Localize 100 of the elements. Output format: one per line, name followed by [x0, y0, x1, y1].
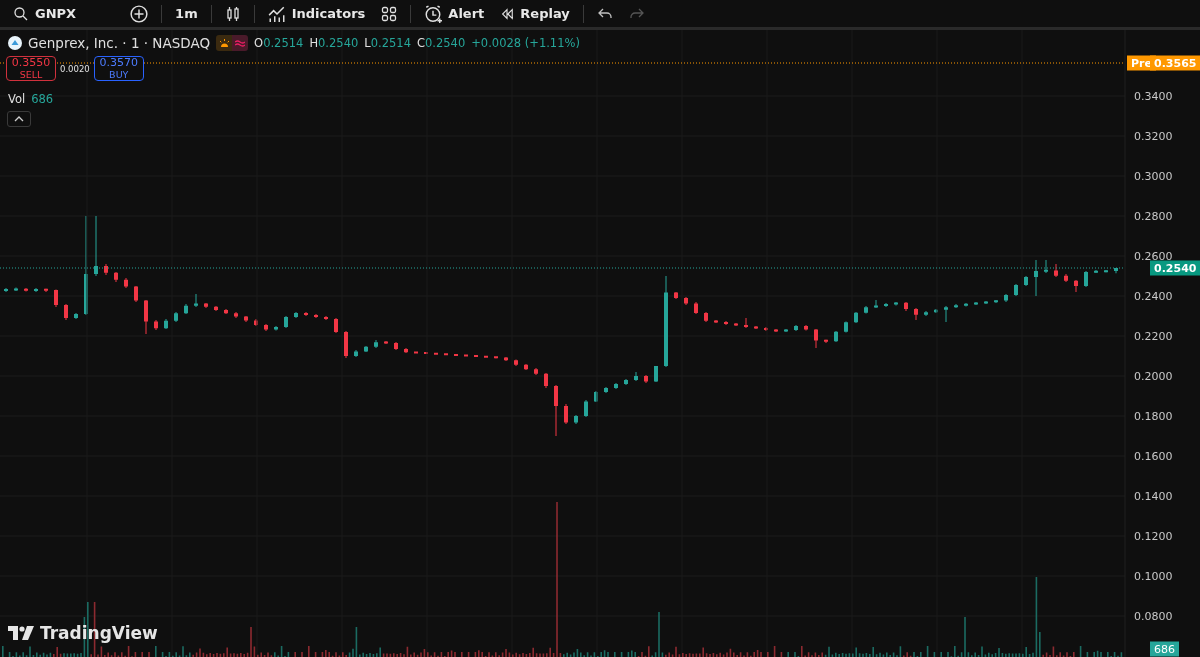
candle: [874, 300, 878, 308]
indicators-button[interactable]: Indicators: [260, 1, 373, 26]
candle: [544, 373, 548, 388]
candle: [224, 309, 228, 314]
candle: [974, 302, 978, 305]
candle: [944, 306, 948, 322]
candle: [64, 304, 68, 320]
candle: [314, 314, 318, 318]
candle: [634, 372, 638, 381]
candle: [444, 353, 448, 356]
candle: [484, 355, 488, 358]
candle: [524, 364, 528, 370]
candle: [384, 341, 388, 344]
candle: [404, 348, 408, 353]
candle: [574, 415, 578, 424]
candle: [894, 302, 898, 306]
candle: [834, 331, 838, 342]
pre-market-price: 0.3565: [1150, 55, 1200, 71]
price-tick: 0.2600: [1134, 250, 1173, 263]
interval-button[interactable]: 1m: [168, 1, 205, 26]
candle: [614, 383, 618, 389]
rewind-icon: [500, 6, 515, 21]
candle: [394, 342, 398, 350]
price-tick: 0.1600: [1134, 450, 1173, 463]
volume-value: 686: [31, 92, 54, 106]
candle: [144, 300, 148, 334]
candle: [324, 316, 328, 320]
candle: [174, 312, 178, 322]
candle: [24, 288, 28, 292]
candle: [284, 316, 288, 328]
candle: [754, 326, 758, 329]
candle: [344, 331, 348, 358]
candle: [274, 326, 278, 331]
price-tick: 0.1400: [1134, 490, 1173, 503]
symbol-search[interactable]: GNPX: [6, 1, 84, 26]
candle: [534, 368, 538, 375]
candle: [414, 351, 418, 354]
candle: [374, 340, 378, 348]
candle: [554, 385, 558, 436]
candle: [724, 321, 728, 325]
price-tick: 0.1800: [1134, 410, 1173, 423]
candle: [234, 312, 238, 318]
candle: [704, 312, 708, 322]
candle: [134, 286, 138, 302]
candle: [34, 288, 38, 292]
candle: [644, 375, 648, 383]
candle: [844, 321, 848, 333]
alert-button[interactable]: Alert: [417, 1, 492, 26]
candle: [954, 304, 958, 308]
candle: [124, 278, 128, 288]
plus-icon: [130, 4, 149, 23]
candle: [994, 300, 998, 303]
candle: [244, 316, 248, 322]
candle: [584, 400, 588, 417]
candle: [1044, 260, 1048, 273]
ohlc-value: C0.2540: [416, 36, 466, 50]
wave-icon: [235, 39, 246, 47]
ohlc-value: O0.2514: [254, 36, 304, 50]
price-tick: 0.3000: [1134, 170, 1173, 183]
buy-button[interactable]: 0.3570 BUY: [93, 56, 144, 81]
candle: [354, 350, 358, 357]
sell-button[interactable]: 0.3550 SELL: [6, 56, 56, 81]
candle: [624, 379, 628, 385]
candle: [674, 292, 678, 299]
candle: [194, 294, 198, 307]
candle: [214, 306, 218, 311]
candle: [94, 216, 98, 276]
candle: [694, 302, 698, 314]
candle: [654, 366, 658, 382]
brand-logo-icon: [8, 626, 34, 640]
candle: [44, 288, 48, 292]
candle: [854, 312, 858, 323]
candle: [1064, 274, 1068, 282]
price-tick: 0.2800: [1134, 210, 1173, 223]
candle: [774, 329, 778, 332]
candle: [1054, 264, 1058, 277]
candle: [114, 272, 118, 282]
candle: [1094, 270, 1098, 273]
last-price-label: 0.2540: [1150, 260, 1200, 276]
replay-button[interactable]: Replay: [493, 1, 577, 26]
candle: [1014, 284, 1018, 296]
collapse-button[interactable]: [7, 111, 31, 127]
candle: [104, 264, 108, 275]
candle: [884, 303, 888, 307]
candle: [184, 304, 188, 314]
candle: [1074, 280, 1078, 292]
candle: [864, 306, 868, 314]
candle: [684, 297, 688, 305]
candle: [494, 356, 498, 359]
candle: [1084, 271, 1088, 287]
chevron-up-icon: [14, 116, 24, 122]
candle: [814, 329, 818, 348]
candle: [74, 313, 78, 319]
candle: [984, 301, 988, 304]
search-icon: [13, 5, 29, 22]
candle: [474, 355, 478, 358]
candle: [294, 312, 298, 318]
candle: [434, 352, 438, 355]
candle: [744, 318, 748, 328]
candle: [1104, 270, 1108, 273]
